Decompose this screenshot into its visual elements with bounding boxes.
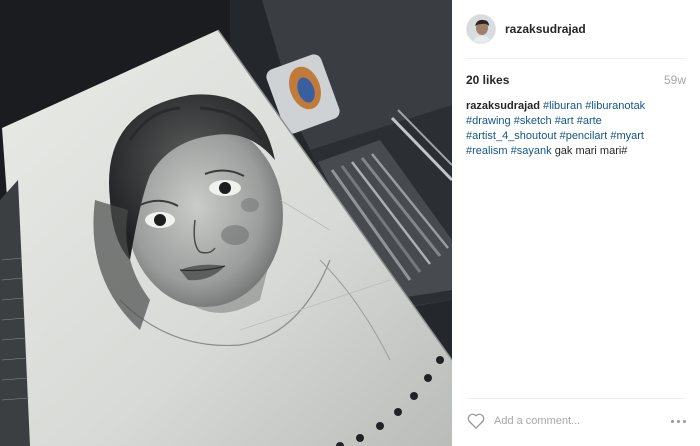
- hashtag-link[interactable]: #sayank: [511, 145, 552, 157]
- more-dot: [683, 419, 686, 423]
- post-meta: 20 likes 59w: [466, 72, 686, 88]
- more-dot: [671, 419, 674, 423]
- instagram-post: razaksudrajad 20 likes 59w razaksudrajad…: [0, 0, 700, 446]
- hashtag-link[interactable]: #art: [555, 115, 574, 127]
- hashtag-link[interactable]: #pencilart: [560, 130, 608, 142]
- avatar[interactable]: [466, 14, 496, 44]
- heart-outline-icon[interactable]: [466, 411, 486, 431]
- hashtag-link[interactable]: #drawing: [466, 115, 511, 127]
- hashtag-link[interactable]: #artist_4_shoutout: [466, 130, 557, 142]
- post-photo[interactable]: [0, 0, 452, 446]
- post-caption: razaksudrajad #liburan #liburanotak #dra…: [466, 99, 688, 159]
- more-options-icon[interactable]: [662, 411, 686, 431]
- likes-count[interactable]: 20 likes: [466, 73, 509, 87]
- hashtag-link[interactable]: #liburanotak: [585, 100, 645, 112]
- comment-bar: [466, 408, 686, 434]
- header-divider: [466, 58, 686, 59]
- more-dot: [677, 419, 680, 423]
- comment-divider: [466, 398, 686, 399]
- username-link[interactable]: razaksudrajad: [505, 22, 586, 36]
- hashtag-link[interactable]: #realism: [466, 145, 508, 157]
- avatar-image: [467, 15, 495, 43]
- post-header: razaksudrajad: [452, 0, 700, 58]
- hashtag-link[interactable]: #myart: [610, 130, 644, 142]
- caption-author[interactable]: razaksudrajad: [466, 100, 540, 112]
- hashtag-link[interactable]: #arte: [577, 115, 602, 127]
- comment-input[interactable]: [494, 411, 662, 431]
- pencil-portrait-photo: [0, 0, 452, 446]
- post-sidebar: razaksudrajad 20 likes 59w razaksudrajad…: [452, 0, 700, 446]
- caption-text: gak mari mari#: [554, 145, 628, 157]
- hashtag-link[interactable]: #liburan: [543, 100, 582, 112]
- hashtag-link[interactable]: #sketch: [514, 115, 552, 127]
- post-timestamp[interactable]: 59w: [664, 73, 686, 87]
